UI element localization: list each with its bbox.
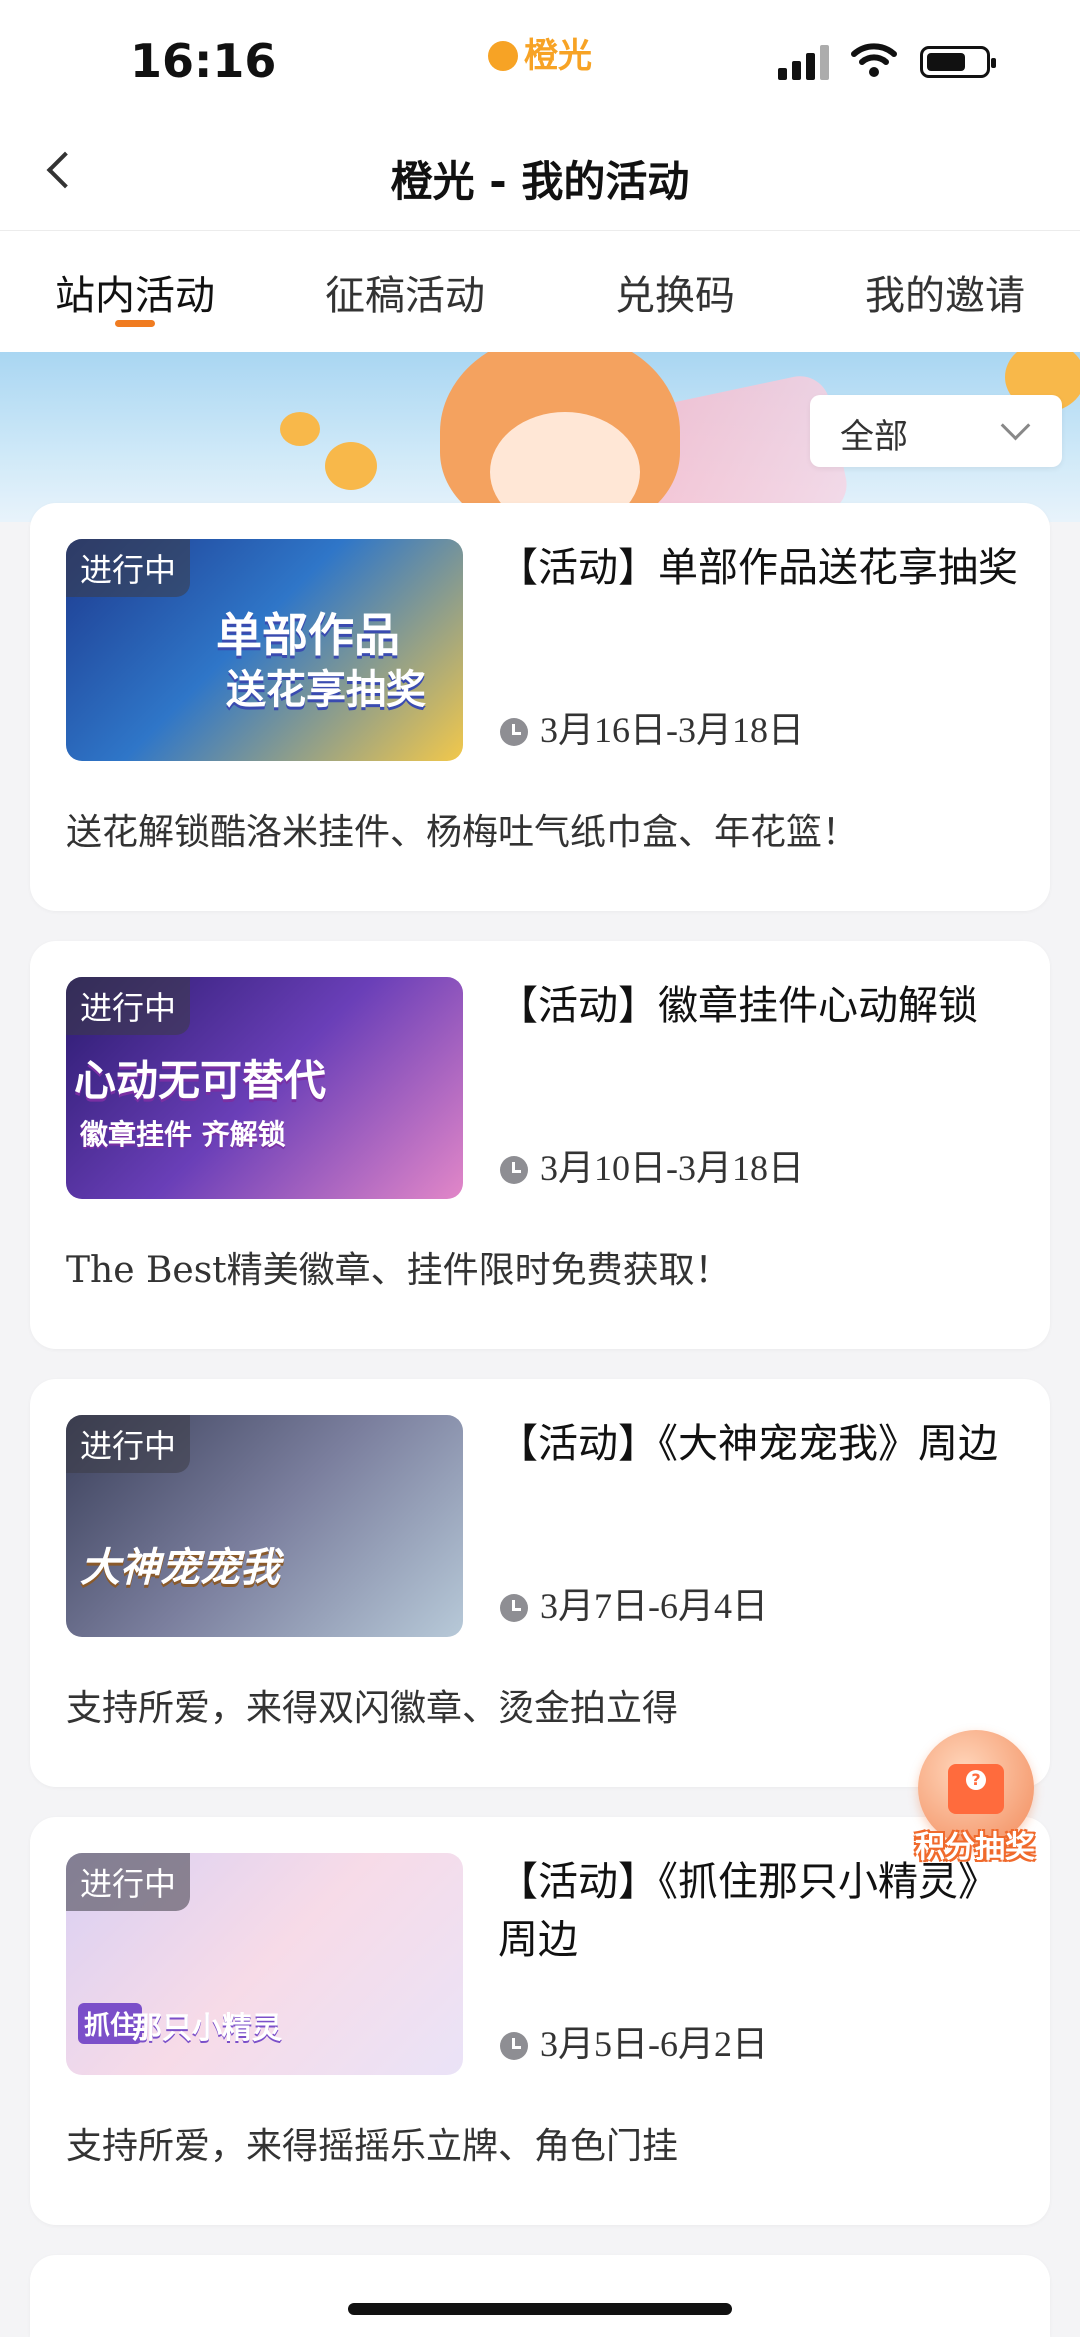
activity-date: 3月16日-3月18日 xyxy=(500,701,804,753)
brand-logo: 橙光 xyxy=(488,28,592,77)
status-time: 16:16 xyxy=(130,34,277,88)
status-bar: 16:16 橙光 xyxy=(0,0,1080,120)
activity-thumbnail: 单部作品 送花享抽奖 进行中 xyxy=(66,539,463,761)
tab-label: 征稿活动 xyxy=(325,273,485,319)
home-indicator[interactable] xyxy=(348,2303,732,2315)
chevron-down-icon xyxy=(1000,410,1031,441)
date-text: 3月5日-6月2日 xyxy=(540,2024,768,2064)
tab-label: 兑换码 xyxy=(615,273,735,319)
date-text: 3月10日-3月18日 xyxy=(540,1148,804,1188)
tab-bar: 站内活动 征稿活动 兑换码 我的邀请 xyxy=(0,230,1080,353)
tab-submission-activities[interactable]: 征稿活动 xyxy=(270,231,540,353)
date-text: 3月16日-3月18日 xyxy=(540,710,804,750)
bird-decoration xyxy=(280,412,320,446)
activity-title: 【活动】《大神宠宠我》周边 xyxy=(498,1421,998,1467)
activity-filter-dropdown[interactable]: 全部 xyxy=(810,395,1062,467)
activity-card[interactable]: 大神宠宠我 进行中 【活动】《大神宠宠我》周边 3月7日-6月4日 支持所爱，来… xyxy=(30,1379,1050,1787)
activity-description: 送花解锁酷洛米挂件、杨梅吐气纸巾盒、年花篮！ xyxy=(66,812,859,853)
activity-card[interactable]: 单部作品 送花享抽奖 进行中 【活动】单部作品送花享抽奖 3月16日-3月18日… xyxy=(30,503,1050,911)
activity-card-partial[interactable] xyxy=(30,2255,1050,2337)
thumbnail-text: 心动无可替代 xyxy=(74,1056,327,1105)
tab-redeem-code[interactable]: 兑换码 xyxy=(540,231,810,353)
signal-icon xyxy=(778,44,832,80)
clock-icon xyxy=(500,1594,528,1622)
points-lottery-button[interactable]: ? 积分抽奖 xyxy=(900,1720,1050,1870)
active-tab-indicator xyxy=(115,320,155,327)
activity-date: 3月7日-6月4日 xyxy=(500,1577,768,1629)
status-badge: 进行中 xyxy=(66,977,191,1035)
status-badge: 进行中 xyxy=(66,1853,191,1911)
lottery-label: 积分抽奖 xyxy=(915,1830,1035,1865)
thumbnail-text: 大神宠宠我 xyxy=(80,1545,280,1591)
tab-label: 站内活动 xyxy=(55,273,215,319)
brand-name: 橙光 xyxy=(524,36,592,76)
activity-date: 3月10日-3月18日 xyxy=(500,1139,804,1191)
clock-icon xyxy=(500,1156,528,1184)
thumbnail-text: 徽章挂件 齐解锁 xyxy=(80,1118,286,1151)
activity-thumbnail: 心动无可替代 徽章挂件 齐解锁 进行中 xyxy=(66,977,463,1199)
thumbnail-text: 单部作品 xyxy=(216,608,400,662)
date-text: 3月7日-6月4日 xyxy=(540,1586,768,1626)
filter-selected: 全部 xyxy=(840,417,908,457)
thumbnail-text: 送花享抽奖 xyxy=(226,667,426,713)
activity-card[interactable]: 抓住 那只小精灵 进行中 【活动】《抓住那只小精灵》周边 3月5日-6月2日 支… xyxy=(30,1817,1050,2225)
tab-my-invitations[interactable]: 我的邀请 xyxy=(810,231,1080,353)
activity-thumbnail: 抓住 那只小精灵 进行中 xyxy=(66,1853,463,2075)
nav-header: 橙光 - 我的活动 xyxy=(0,120,1080,230)
wifi-icon xyxy=(851,43,897,77)
bird-decoration xyxy=(325,442,377,490)
status-badge: 进行中 xyxy=(66,539,191,597)
activity-title: 【活动】《抓住那只小精灵》周边 xyxy=(498,1859,998,1963)
activity-description: 支持所爱，来得摇摇乐立牌、角色门挂 xyxy=(66,2126,679,2167)
tab-label: 我的邀请 xyxy=(865,273,1025,319)
orange-logo-icon xyxy=(488,41,518,71)
battery-icon xyxy=(920,46,996,78)
activity-card[interactable]: 心动无可替代 徽章挂件 齐解锁 进行中 【活动】徽章挂件心动解锁 3月10日-3… xyxy=(30,941,1050,1349)
activity-thumbnail: 大神宠宠我 进行中 xyxy=(66,1415,463,1637)
activity-date: 3月5日-6月2日 xyxy=(500,2015,768,2067)
page-title: 橙光 - 我的活动 xyxy=(390,157,690,206)
question-mark-icon: ? xyxy=(966,1770,986,1790)
activity-title: 【活动】徽章挂件心动解锁 xyxy=(498,983,978,1029)
status-badge: 进行中 xyxy=(66,1415,191,1473)
tab-onsite-activities[interactable]: 站内活动 xyxy=(0,231,270,353)
clock-icon xyxy=(500,2032,528,2060)
activity-description: The Best精美徽章、挂件限时免费获取！ xyxy=(66,1250,731,1291)
clock-icon xyxy=(500,718,528,746)
activity-description: 支持所爱，来得双闪徽章、烫金拍立得 xyxy=(66,1688,679,1729)
activity-title: 【活动】单部作品送花享抽奖 xyxy=(498,545,1018,591)
thumbnail-text: 那只小精灵 xyxy=(132,2011,282,2046)
